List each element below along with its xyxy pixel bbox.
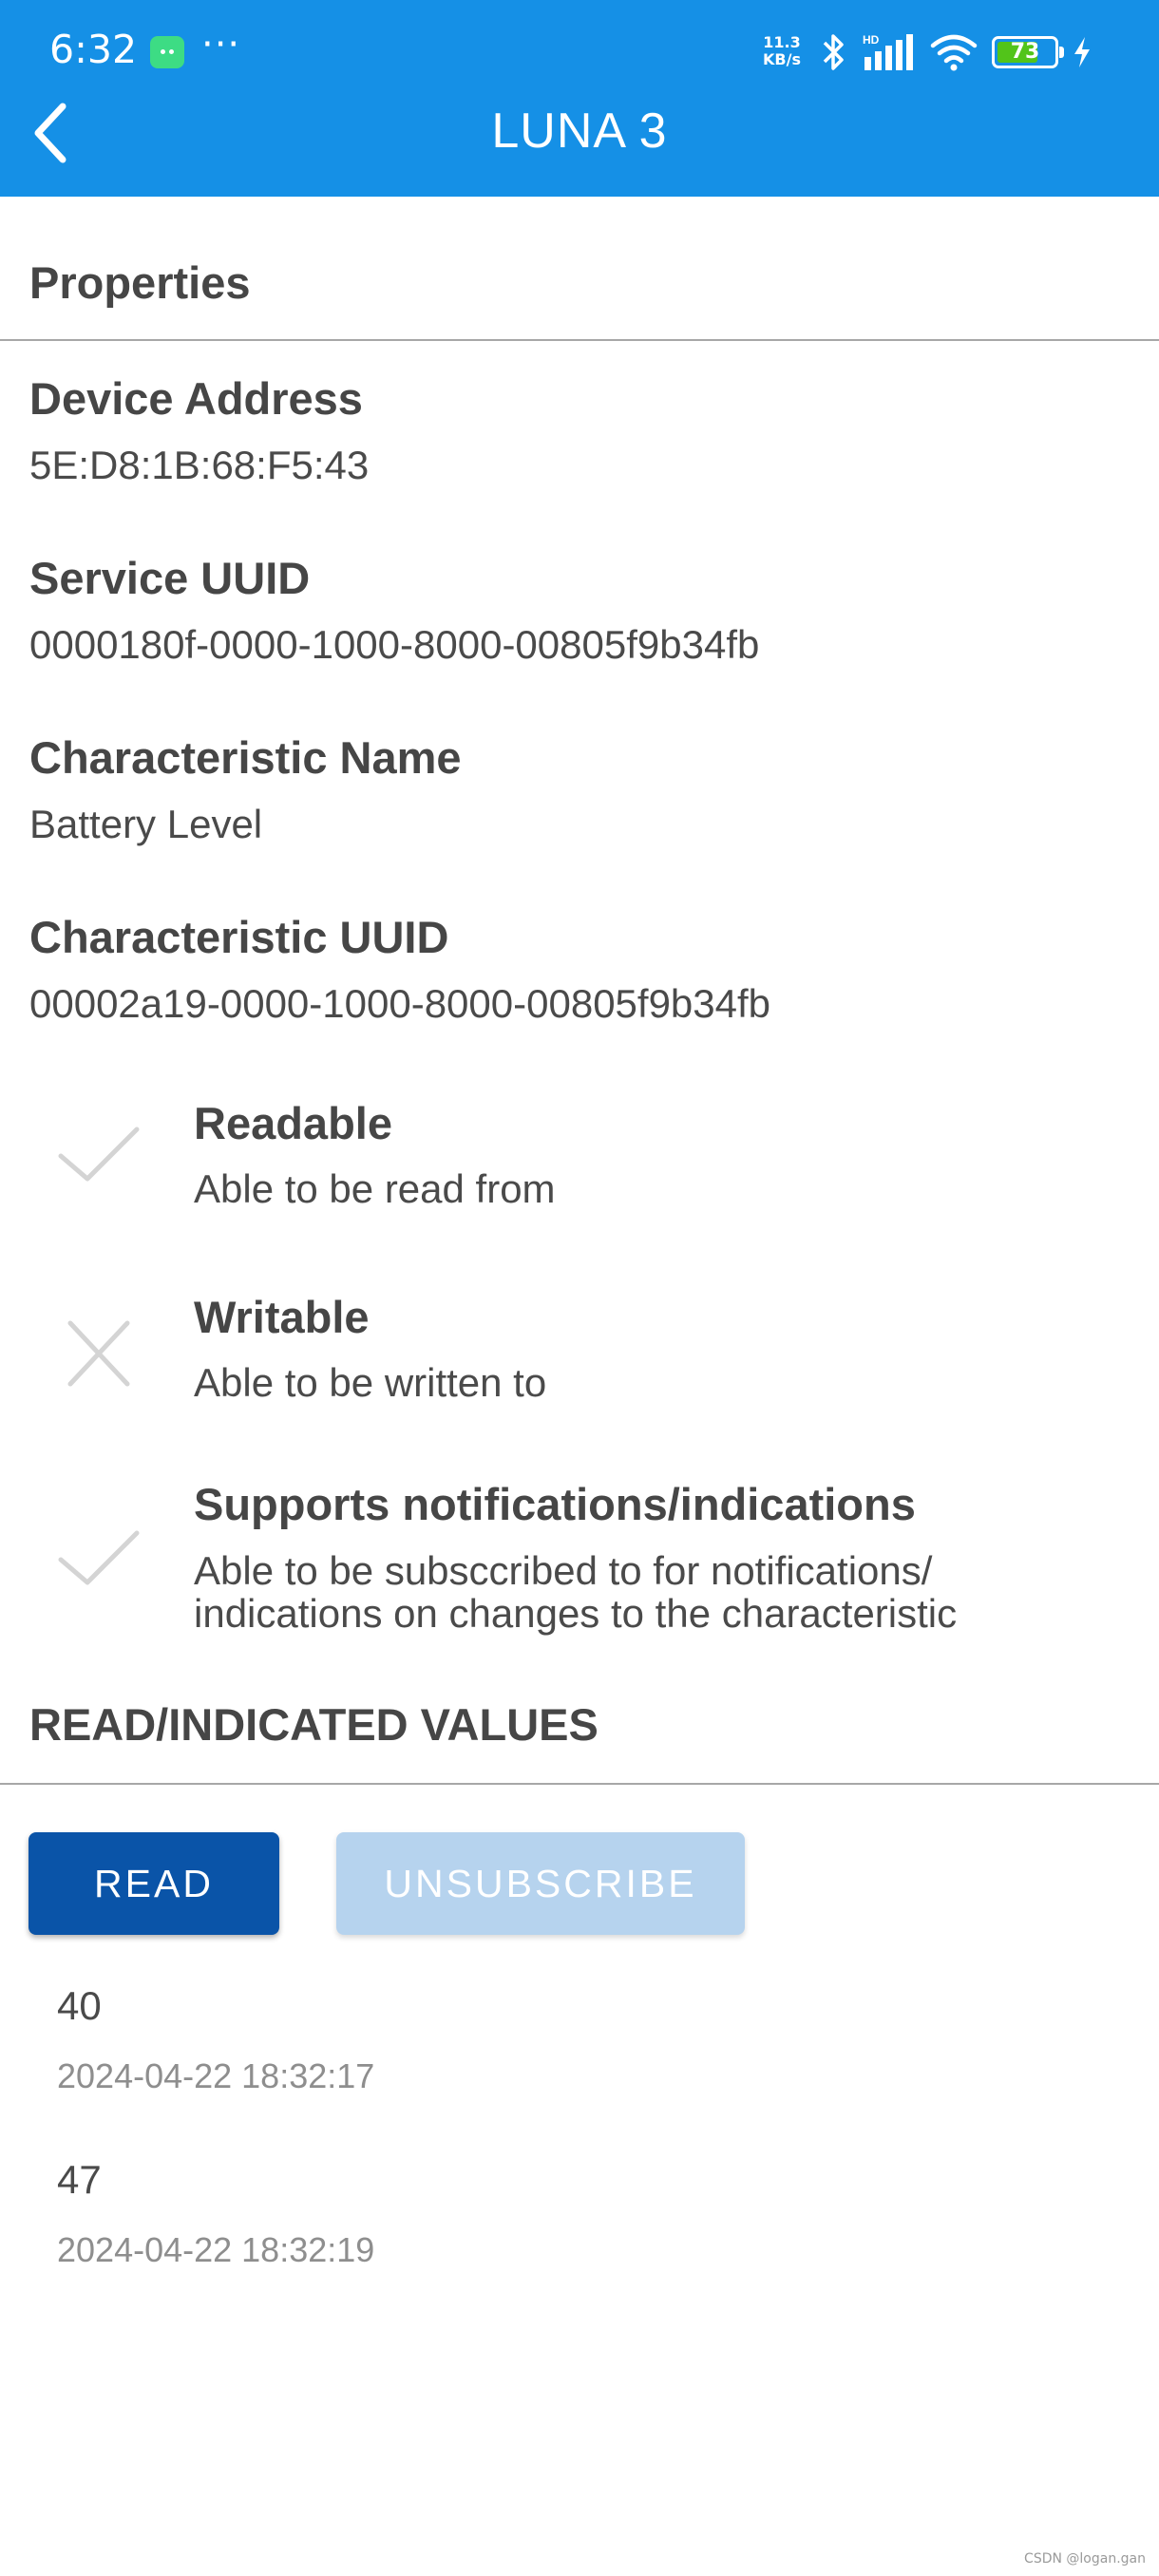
unsubscribe-button[interactable]: UNSUBSCRIBE: [336, 1832, 745, 1935]
signal-icon: HD: [863, 33, 913, 70]
app-bar: 6:32 ··· 11.3 KB/s HD 73 LUNA 3: [0, 0, 1159, 197]
watermark: CSDN @logan.gan: [1024, 2551, 1146, 2567]
device-address-value: 5E:D8:1B:68:F5:43: [29, 443, 370, 487]
characteristic-name-label: Characteristic Name: [29, 732, 462, 783]
hd-label: HD: [863, 33, 880, 47]
check-icon: [58, 1530, 140, 1585]
status-time: 6:32: [49, 27, 138, 72]
battery-icon: 73: [992, 36, 1064, 68]
capability-title: Readable: [194, 1098, 392, 1148]
characteristic-uuid-label: Characteristic UUID: [29, 912, 449, 962]
more-notifications-icon: ···: [201, 23, 241, 66]
characteristic-uuid-value: 00002a19-0000-1000-8000-00805f9b34fb: [29, 981, 771, 1026]
capability-title: Supports notifications/indications: [194, 1479, 916, 1529]
capability-description: Able to be read from: [194, 1166, 556, 1211]
wifi-icon: [930, 34, 978, 71]
characteristic-name-value: Battery Level: [29, 802, 263, 846]
page-title: LUNA 3: [491, 104, 668, 159]
device-address-label: Device Address: [29, 373, 363, 424]
values-divider: [0, 1783, 1159, 1785]
network-speed-value: 11.3: [763, 33, 801, 51]
values-heading: READ/INDICATED VALUES: [29, 1699, 598, 1750]
properties-heading: Properties: [29, 257, 251, 308]
status-icons: HD 73: [819, 30, 1092, 74]
status-bar: 6:32 ··· 11.3 KB/s HD 73: [0, 0, 1159, 104]
android-notification-icon: [150, 36, 184, 68]
reading-value: 40: [57, 1983, 102, 2028]
reading-timestamp: 2024-04-22 18:32:17: [57, 2056, 375, 2095]
reading-value: 47: [57, 2157, 102, 2202]
battery-level: 73: [1010, 40, 1040, 64]
cross-icon: [67, 1320, 130, 1387]
capability-title: Writable: [194, 1292, 370, 1342]
properties-divider: [0, 339, 1159, 341]
network-speed-unit: KB/s: [763, 50, 801, 68]
charging-icon: [1074, 37, 1090, 67]
capability-description: Able to be subsccribed to for notificati…: [194, 1549, 1144, 1635]
service-uuid-label: Service UUID: [29, 553, 311, 603]
reading-timestamp: 2024-04-22 18:32:19: [57, 2230, 375, 2269]
capability-description-line: indications on changes to the characteri…: [194, 1591, 958, 1636]
bluetooth-icon: [823, 34, 844, 70]
read-button[interactable]: READ: [28, 1832, 279, 1935]
network-speed: 11.3 KB/s: [763, 34, 801, 68]
service-uuid-value: 0000180f-0000-1000-8000-00805f9b34fb: [29, 622, 760, 667]
capability-description-line: Able to be subsccribed to for notificati…: [194, 1548, 933, 1593]
capability-description: Able to be written to: [194, 1360, 547, 1405]
check-icon: [58, 1127, 140, 1182]
